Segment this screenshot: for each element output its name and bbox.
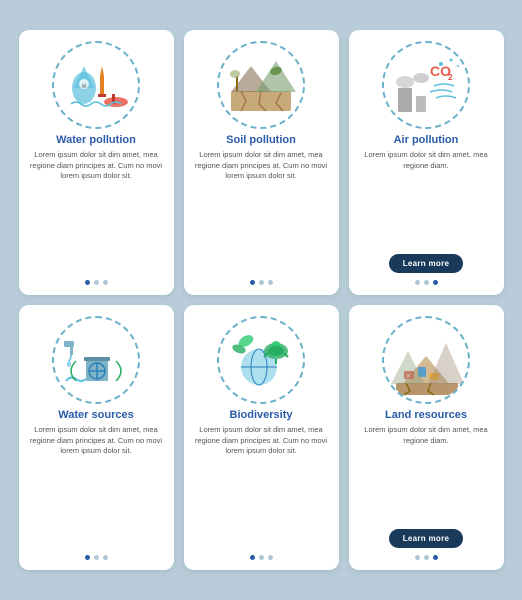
card-land-resources: ✕ Land resources Lorem ipsum dolor sit di… xyxy=(349,305,504,570)
circle-water-pollution: ☠ xyxy=(52,41,140,129)
text-water-sources: Lorem ipsum dolor sit dim amet, mea regi… xyxy=(29,425,164,550)
card-biodiversity: Biodiversity Lorem ipsum dolor sit dim am… xyxy=(184,305,339,570)
dot-water-pollution-2[interactable] xyxy=(103,280,108,285)
dot-water-sources-0[interactable] xyxy=(85,555,90,560)
learn-more-button-air-pollution[interactable]: Learn more xyxy=(389,254,464,273)
dots-air-pollution xyxy=(415,280,438,285)
dot-biodiversity-0[interactable] xyxy=(250,555,255,560)
dots-water-sources xyxy=(85,555,108,560)
circle-soil-pollution xyxy=(217,41,305,129)
illustration-biodiversity xyxy=(211,315,311,405)
dot-air-pollution-1[interactable] xyxy=(424,280,429,285)
card-water-sources: Water sources Lorem ipsum dolor sit dim a… xyxy=(19,305,174,570)
card-soil-pollution: Soil pollution Lorem ipsum dolor sit dim … xyxy=(184,30,339,295)
dot-water-pollution-1[interactable] xyxy=(94,280,99,285)
dot-land-resources-1[interactable] xyxy=(424,555,429,560)
circle-biodiversity xyxy=(217,316,305,404)
text-water-pollution: Lorem ipsum dolor sit dim amet, mea regi… xyxy=(29,150,164,275)
text-biodiversity: Lorem ipsum dolor sit dim amet, mea regi… xyxy=(194,425,329,550)
illustration-water-pollution: ☠ xyxy=(46,40,146,130)
dot-land-resources-2[interactable] xyxy=(433,555,438,560)
dot-land-resources-0[interactable] xyxy=(415,555,420,560)
dots-biodiversity xyxy=(250,555,273,560)
learn-more-button-land-resources[interactable]: Learn more xyxy=(389,529,464,548)
dot-biodiversity-1[interactable] xyxy=(259,555,264,560)
circle-land-resources: ✕ xyxy=(382,316,470,404)
dot-soil-pollution-0[interactable] xyxy=(250,280,255,285)
dot-air-pollution-2[interactable] xyxy=(433,280,438,285)
card-water-pollution: ☠ Water pollution Lorem ipsum dolor sit d… xyxy=(19,30,174,295)
text-land-resources: Lorem ipsum dolor sit dim amet, mea regi… xyxy=(359,425,494,525)
svg-text:2: 2 xyxy=(448,73,453,82)
title-air-pollution: Air pollution xyxy=(394,134,459,146)
dot-water-pollution-0[interactable] xyxy=(85,280,90,285)
illustration-land-resources: ✕ xyxy=(376,315,476,405)
text-soil-pollution: Lorem ipsum dolor sit dim amet, mea regi… xyxy=(194,150,329,275)
dot-soil-pollution-2[interactable] xyxy=(268,280,273,285)
card-air-pollution: CO 2 Air pollution Lorem ipsum dolor sit … xyxy=(349,30,504,295)
dot-soil-pollution-1[interactable] xyxy=(259,280,264,285)
text-air-pollution: Lorem ipsum dolor sit dim amet, mea regi… xyxy=(359,150,494,250)
illustration-air-pollution: CO 2 xyxy=(376,40,476,130)
illustration-water-sources xyxy=(46,315,146,405)
illustration-soil-pollution xyxy=(211,40,311,130)
title-land-resources: Land resources xyxy=(385,409,467,421)
circle-water-sources xyxy=(52,316,140,404)
title-water-sources: Water sources xyxy=(58,409,133,421)
title-soil-pollution: Soil pollution xyxy=(226,134,296,146)
dots-land-resources xyxy=(415,555,438,560)
svg-text:☠: ☠ xyxy=(81,82,87,90)
circle-air-pollution: CO 2 xyxy=(382,41,470,129)
dot-water-sources-2[interactable] xyxy=(103,555,108,560)
dots-water-pollution xyxy=(85,280,108,285)
title-water-pollution: Water pollution xyxy=(56,134,136,146)
dots-soil-pollution xyxy=(250,280,273,285)
dot-biodiversity-2[interactable] xyxy=(268,555,273,560)
dot-air-pollution-0[interactable] xyxy=(415,280,420,285)
card-grid: ☠ Water pollution Lorem ipsum dolor sit d… xyxy=(7,18,516,582)
title-biodiversity: Biodiversity xyxy=(230,409,293,421)
dot-water-sources-1[interactable] xyxy=(94,555,99,560)
